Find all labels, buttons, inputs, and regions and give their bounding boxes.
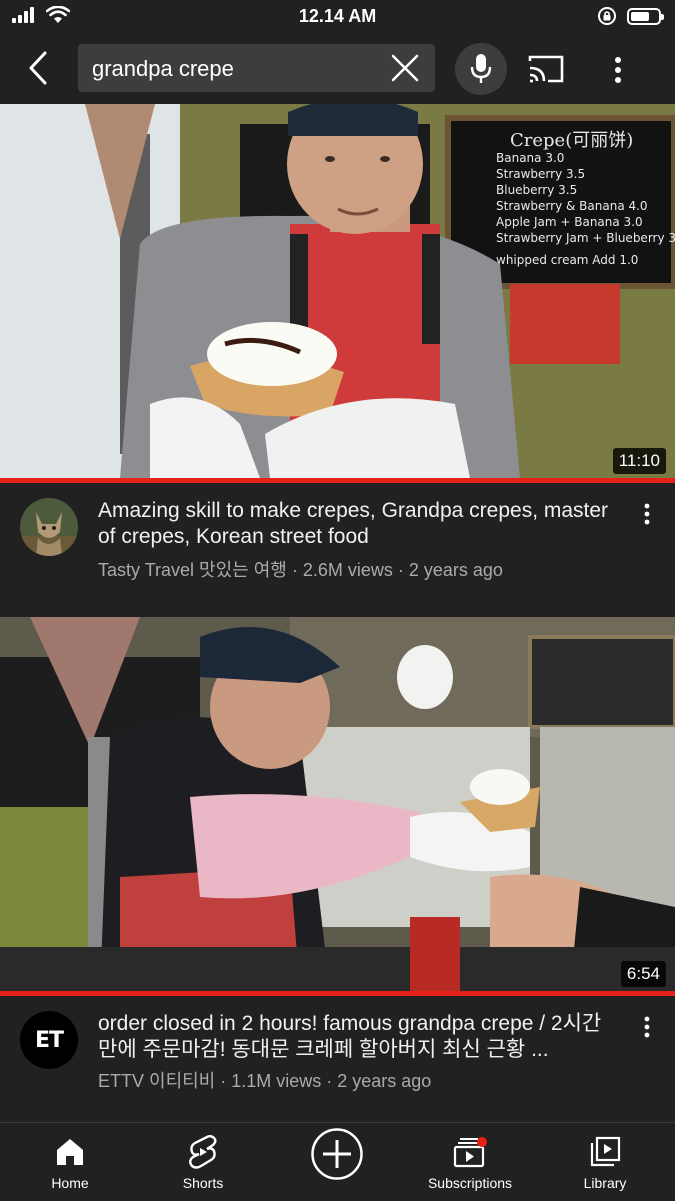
menu-line: Strawberry & Banana 4.0 [496,199,648,213]
video-metadata: ETTV 이티티비 · 1.1M views · 2 years ago [98,1071,432,1091]
video-more-button[interactable] [632,496,662,532]
menu-line: Apple Jam + Banana 3.0 [496,215,643,229]
status-time: 12.14 AM [298,6,377,26]
more-vertical-icon [615,57,621,83]
voice-search-button[interactable] [455,43,507,95]
video-thumbnail-1[interactable]: Crepe(可丽饼) Banana 3.0 Strawberry 3.5 Blu… [0,104,675,478]
nav-home[interactable]: Home [20,1123,120,1201]
nav-label: Subscriptions [427,1175,513,1191]
menu-line: Strawberry Jam + Blueberry 3.5 [496,231,675,245]
video-title[interactable]: Amazing skill to make crepes, Grandpa cr… [98,498,618,550]
channel-avatar[interactable] [20,498,78,556]
video-title[interactable]: order closed in 2 hours! famous grandpa … [98,1011,618,1063]
back-arrow-icon [29,51,47,85]
menu-board-title: Crepe(可丽饼) [510,130,633,151]
watch-progress-bar [0,478,675,483]
menu-line: Blueberry 3.5 [496,183,577,197]
nav-library[interactable]: Library [555,1123,655,1201]
library-icon [590,1136,621,1167]
video-result-1[interactable]: Crepe(可丽饼) Banana 3.0 Strawberry 3.5 Blu… [0,104,675,594]
status-right [597,6,664,26]
watch-progress-bar [0,991,675,996]
status-bar: 12.14 AM [0,0,675,36]
subscriptions-icon [453,1137,487,1168]
search-query[interactable]: grandpa crepe [92,56,234,82]
video-duration: 6:54 [620,961,666,987]
channel-avatar-text: ET [34,1027,64,1053]
channel-avatar[interactable]: ET [20,1011,78,1069]
nav-label: Shorts [182,1175,224,1191]
clear-search-button[interactable] [389,52,421,84]
video-metadata: Tasty Travel 맛있는 여행 · 2.6M views · 2 yea… [98,560,503,580]
search-header: grandpa crepe [0,36,675,104]
close-icon [391,54,419,82]
nav-subscriptions[interactable]: Subscriptions [410,1123,530,1201]
video-result-2[interactable]: 6:54 ET order closed in 2 hours! famous … [0,617,675,1107]
back-button[interactable] [18,48,58,88]
nav-create[interactable] [297,1123,377,1201]
menu-line: Strawberry 3.5 [496,167,585,181]
more-vertical-icon [644,1016,650,1038]
menu-line: whipped cream Add 1.0 [496,253,638,267]
shorts-icon [189,1135,217,1169]
microphone-icon [470,54,492,83]
bottom-navigation: Home Shorts Subscriptions Library [0,1122,675,1201]
more-vertical-icon [644,503,650,525]
nav-label: Home [51,1175,89,1191]
video-thumbnail-2[interactable] [0,617,675,991]
cast-button[interactable] [526,52,566,86]
video-more-button[interactable] [632,1009,662,1045]
battery-icon [627,7,664,25]
nav-shorts[interactable]: Shorts [153,1123,253,1201]
orientation-lock-icon [598,7,616,25]
search-input[interactable]: grandpa crepe [78,44,435,92]
create-icon [311,1128,363,1180]
home-icon [57,1139,83,1165]
nav-label: Library [583,1175,627,1191]
cast-icon [528,55,564,83]
more-options-button[interactable] [598,50,638,90]
notification-dot [477,1137,487,1147]
menu-line: Banana 3.0 [496,151,564,165]
video-duration: 11:10 [612,448,666,474]
